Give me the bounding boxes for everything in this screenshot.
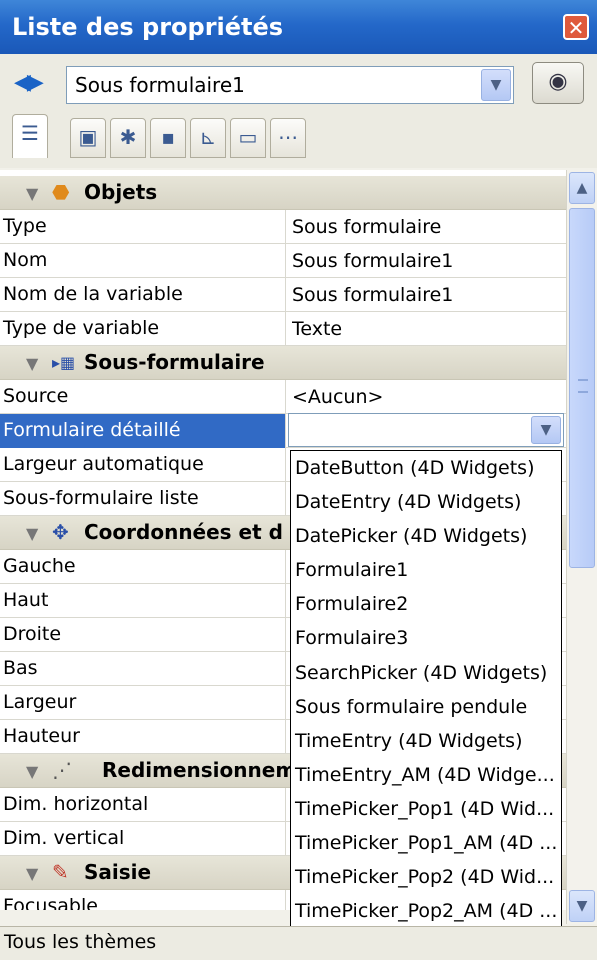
- resize-icon: ⋰: [52, 758, 72, 782]
- section-label: Redimensionnem: [102, 758, 297, 782]
- property-row[interactable]: Source <Aucun>: [0, 380, 566, 414]
- tab-graph-icon[interactable]: ⊾: [190, 118, 226, 158]
- property-name: Type de variable: [0, 312, 286, 346]
- grip-icon: [578, 379, 588, 393]
- dropdown-option[interactable]: TimePicker_Pop1 (4D Wid...: [291, 792, 561, 826]
- close-button[interactable]: ✕: [563, 14, 589, 40]
- section-sous-formulaire[interactable]: ▼ ▸▦ Sous-formulaire: [0, 346, 566, 380]
- tab-shapes-icon[interactable]: ▪: [150, 118, 186, 158]
- property-value[interactable]: Sous formulaire1: [292, 278, 566, 312]
- property-name: Largeur: [0, 686, 286, 720]
- section-label: Objets: [84, 180, 158, 204]
- dropdown-option[interactable]: SearchPicker (4D Widgets): [291, 656, 561, 690]
- property-name: Dim. vertical: [0, 822, 286, 856]
- dropdown-option[interactable]: TimePicker_Pop2 (4D Wid...: [291, 860, 561, 894]
- dropdown-option[interactable]: Formulaire2: [291, 587, 561, 621]
- chevron-down-icon[interactable]: ▼: [481, 69, 511, 101]
- property-row[interactable]: Type de variable Texte: [0, 312, 566, 346]
- object-selector[interactable]: Sous formulaire1 ▼: [66, 66, 514, 104]
- tab-more-icon[interactable]: ⋯: [270, 118, 306, 158]
- cube-icon: ⬣: [52, 180, 70, 204]
- collapse-triangle-icon[interactable]: ▼: [26, 524, 38, 543]
- tab-object-icon[interactable]: ▣: [70, 118, 106, 158]
- section-label: Saisie: [84, 860, 152, 884]
- title-bar[interactable]: Liste des propriétés ✕: [0, 0, 597, 54]
- property-name: Dim. horizontal: [0, 788, 286, 822]
- object-selector-value: Sous formulaire1: [75, 73, 245, 97]
- entry-icon: ✎: [52, 860, 69, 884]
- dropdown-option[interactable]: TimeEntry_AM (4D Widge...: [291, 758, 561, 792]
- status-bar: Tous les thèmes: [0, 926, 597, 960]
- vertical-scrollbar[interactable]: ▲ ▼: [566, 170, 597, 924]
- scroll-thumb[interactable]: [569, 208, 595, 568]
- move-icon: ✥: [52, 520, 69, 544]
- theme-filter-label[interactable]: Tous les thèmes: [4, 931, 156, 953]
- section-objets[interactable]: ▼ ⬣ Objets: [0, 176, 566, 210]
- property-row[interactable]: Nom de la variable Sous formulaire1: [0, 278, 566, 312]
- dropdown-option[interactable]: Sous formulaire pendule: [291, 690, 561, 724]
- dropdown-option[interactable]: Formulaire3: [291, 621, 561, 655]
- detail-form-dropdown-list[interactable]: DateButton (4D Widgets) DateEntry (4D Wi…: [290, 450, 562, 927]
- property-name: Formulaire détaillé: [0, 414, 286, 448]
- close-icon: ✕: [567, 16, 585, 40]
- window-title: Liste des propriétés: [12, 13, 284, 41]
- section-label: Sous-formulaire: [84, 350, 265, 374]
- tab-list-icon[interactable]: ☰: [12, 114, 48, 158]
- dropdown-option[interactable]: TimePicker_Pop1_AM (4D ...: [291, 826, 561, 860]
- dropdown-option[interactable]: DateButton (4D Widgets): [291, 451, 561, 485]
- collapse-triangle-icon[interactable]: ▼: [26, 864, 38, 883]
- dropdown-option[interactable]: DateEntry (4D Widgets): [291, 485, 561, 519]
- property-value[interactable]: Sous formulaire: [292, 210, 566, 244]
- prev-next-arrows-icon[interactable]: ◀▶: [14, 70, 44, 95]
- dropdown-option[interactable]: DatePicker (4D Widgets): [291, 519, 561, 553]
- eye-icon: ◉: [548, 69, 568, 94]
- property-name: Focusable: [0, 890, 286, 910]
- collapse-triangle-icon[interactable]: ▼: [26, 762, 38, 781]
- property-value[interactable]: Sous formulaire1: [292, 244, 566, 278]
- property-value[interactable]: <Aucun>: [292, 380, 566, 414]
- property-name: Type: [0, 210, 286, 244]
- property-name: Source: [0, 380, 286, 414]
- dropdown-option[interactable]: TimePicker_Pop2_AM (4D ...: [291, 894, 561, 926]
- collapse-triangle-icon[interactable]: ▼: [26, 184, 38, 203]
- property-name: Nom de la variable: [0, 278, 286, 312]
- property-name: Nom: [0, 244, 286, 278]
- scroll-down-icon[interactable]: ▼: [569, 890, 595, 922]
- property-name: Largeur automatique: [0, 448, 286, 482]
- eye-button[interactable]: ◉: [532, 62, 584, 104]
- dropdown-option[interactable]: Formulaire1: [291, 553, 561, 587]
- tab-monitor-icon[interactable]: ▭: [230, 118, 266, 158]
- property-name: Bas: [0, 652, 286, 686]
- subform-icon: ▸▦: [52, 353, 76, 372]
- property-name: Hauteur: [0, 720, 286, 754]
- tab-gear-icon[interactable]: ✱: [110, 118, 146, 158]
- chevron-down-icon[interactable]: ▼: [531, 416, 561, 444]
- property-name: Gauche: [0, 550, 286, 584]
- dropdown-option[interactable]: TimeEntry (4D Widgets): [291, 724, 561, 758]
- property-name: Droite: [0, 618, 286, 652]
- property-list-window: Liste des propriétés ✕ ◀▶ Sous formulair…: [0, 0, 597, 960]
- section-label: Coordonnées et d: [84, 520, 283, 544]
- collapse-triangle-icon[interactable]: ▼: [26, 354, 38, 373]
- property-name: Sous-formulaire liste: [0, 482, 286, 516]
- scroll-up-icon[interactable]: ▲: [569, 172, 595, 204]
- property-value[interactable]: Texte: [292, 312, 566, 346]
- detail-form-combobox[interactable]: ▼: [288, 413, 564, 447]
- property-row[interactable]: Nom Sous formulaire1: [0, 244, 566, 278]
- property-name: Haut: [0, 584, 286, 618]
- property-row[interactable]: Type Sous formulaire: [0, 210, 566, 244]
